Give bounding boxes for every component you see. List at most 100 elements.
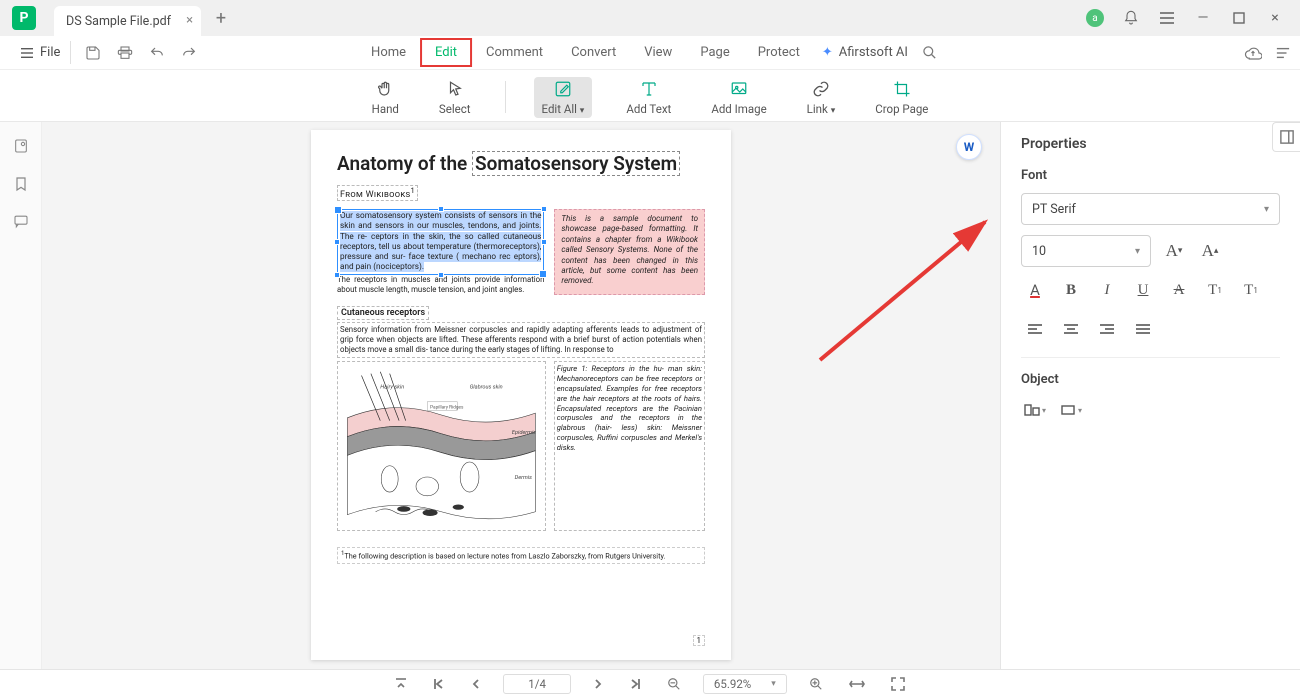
file-menu[interactable]: File — [10, 41, 71, 64]
zoom-out-icon[interactable] — [663, 677, 685, 691]
ai-assistant-button[interactable]: ✦ Afirstsoft AI — [814, 41, 916, 64]
underline-icon[interactable]: U — [1129, 277, 1157, 303]
undo-icon[interactable] — [149, 45, 165, 61]
decrease-font-icon[interactable]: A▾ — [1161, 238, 1187, 264]
object-section-label: Object — [1021, 372, 1280, 387]
cloud-upload-icon[interactable] — [1244, 46, 1262, 60]
chevron-down-icon: ▾ — [1135, 246, 1140, 257]
page-indicator[interactable]: 1/4 — [503, 674, 571, 694]
subscript-icon[interactable]: T1 — [1237, 277, 1265, 303]
source-attribution: From Wikibooks1 — [337, 185, 418, 201]
zoom-select[interactable]: 65.92%▾ — [703, 674, 787, 694]
tool-edit-all[interactable]: Edit All ▾ — [534, 77, 593, 118]
print-icon[interactable] — [117, 45, 133, 61]
close-window-icon[interactable]: × — [1266, 9, 1284, 27]
search-icon[interactable] — [916, 45, 943, 60]
menu-view[interactable]: View — [630, 39, 686, 66]
link-icon — [812, 79, 830, 99]
document-canvas[interactable]: W Anatomy of the Somatosensory System Fr… — [42, 122, 1000, 669]
content-area: W Anatomy of the Somatosensory System Fr… — [0, 122, 1300, 669]
edit-toolbar: Hand Select Edit All ▾ Add Text Add Imag… — [0, 70, 1300, 122]
superscript-icon[interactable]: T1 — [1201, 277, 1229, 303]
tab-title: DS Sample File.pdf — [66, 14, 171, 29]
hamburger-icon[interactable] — [1158, 9, 1176, 27]
svg-text:Hairy skin: Hairy skin — [380, 385, 404, 391]
strikethrough-icon[interactable]: A — [1165, 277, 1193, 303]
chevron-down-icon: ▾ — [1264, 204, 1269, 215]
scroll-top-icon[interactable] — [391, 678, 411, 690]
align-center-icon[interactable] — [1057, 317, 1085, 343]
pdf-page[interactable]: Anatomy of the Somatosensory System From… — [311, 130, 731, 660]
prev-page-icon[interactable] — [467, 678, 485, 690]
properties-title: Properties — [1021, 136, 1087, 152]
menu-home[interactable]: Home — [357, 39, 420, 66]
menu-convert[interactable]: Convert — [557, 39, 630, 66]
align-right-icon[interactable] — [1093, 317, 1121, 343]
menu-protect[interactable]: Protect — [744, 39, 814, 66]
tool-crop-page[interactable]: Crop Page — [869, 77, 934, 118]
font-color-icon[interactable]: A — [1021, 277, 1049, 303]
align-justify-icon[interactable] — [1129, 317, 1157, 343]
word-export-button[interactable]: W — [956, 134, 982, 160]
skin-diagram-figure: Hairy skin Glabrous skin Epidermis Dermi… — [337, 361, 546, 531]
object-align-icon[interactable]: ▾ — [1021, 397, 1049, 423]
tool-add-text[interactable]: Add Text — [620, 77, 677, 118]
italic-icon[interactable]: I — [1093, 277, 1121, 303]
menu-page[interactable]: Page — [686, 39, 743, 66]
menu-edit[interactable]: Edit — [420, 38, 472, 67]
tool-add-image[interactable]: Add Image — [705, 77, 772, 118]
font-section-label: Font — [1021, 168, 1280, 183]
bookmarks-icon[interactable] — [14, 176, 28, 192]
increase-font-icon[interactable]: A▴ — [1197, 238, 1223, 264]
document-tab[interactable]: DS Sample File.pdf × — [54, 6, 201, 36]
page-number: 1 — [693, 635, 706, 646]
minimize-window-icon[interactable]: — — [1194, 9, 1212, 27]
menu-comment[interactable]: Comment — [472, 39, 557, 66]
selected-text-block[interactable]: Our somatosensory system consists of sen… — [337, 209, 544, 275]
font-size-select[interactable]: 10 ▾ — [1021, 235, 1151, 267]
bold-icon[interactable]: B — [1057, 277, 1085, 303]
page-title: Anatomy of the Somatosensory System — [337, 152, 705, 175]
menu-bar: File Home Edit Comment Convert View Page… — [0, 36, 1300, 70]
user-avatar[interactable]: a — [1086, 9, 1104, 27]
tool-select[interactable]: Select — [433, 77, 477, 118]
main-menu: Home Edit Comment Convert View Page Prot… — [357, 38, 943, 67]
chevron-down-icon: ▾ — [771, 679, 776, 689]
add-image-icon — [730, 79, 748, 99]
body-paragraph: Sensory information from Meissner corpus… — [337, 322, 705, 358]
fit-page-icon[interactable] — [887, 677, 909, 691]
notifications-icon[interactable] — [1122, 9, 1140, 27]
more-options-icon[interactable] — [1276, 46, 1290, 60]
footnote: 1The following description is based on l… — [337, 547, 705, 563]
edit-all-icon — [554, 79, 572, 99]
close-tab-icon[interactable]: × — [186, 13, 193, 28]
save-icon[interactable] — [85, 45, 101, 61]
last-page-icon[interactable] — [625, 678, 645, 690]
body-text: The receptors in muscles and joints prov… — [337, 275, 544, 295]
tool-hand[interactable]: Hand — [366, 77, 405, 118]
next-page-icon[interactable] — [589, 678, 607, 690]
status-bar: 1/4 65.92%▾ — [0, 669, 1300, 697]
app-logo: P — [12, 6, 36, 30]
maximize-window-icon[interactable] — [1230, 9, 1248, 27]
hand-icon — [376, 79, 394, 99]
comments-panel-icon[interactable] — [13, 214, 29, 229]
fit-width-icon[interactable] — [845, 678, 869, 690]
svg-text:Papillary Ridges: Papillary Ridges — [430, 405, 464, 411]
svg-text:Glabrous skin: Glabrous skin — [470, 385, 503, 391]
align-left-icon[interactable] — [1021, 317, 1049, 343]
svg-text:Epidermis: Epidermis — [512, 430, 536, 436]
properties-panel: Properties × Font PT Serif ▾ 10 ▾ A▾ A▴ … — [1000, 122, 1300, 669]
add-tab-button[interactable]: + — [207, 8, 235, 29]
redo-icon[interactable] — [181, 45, 197, 61]
cursor-icon — [447, 79, 463, 99]
first-page-icon[interactable] — [429, 678, 449, 690]
font-family-select[interactable]: PT Serif ▾ — [1021, 193, 1280, 225]
collapse-panel-button[interactable] — [1272, 122, 1300, 152]
zoom-in-icon[interactable] — [805, 677, 827, 691]
chevron-down-icon: ▾ — [580, 106, 585, 116]
left-sidebar — [0, 122, 42, 669]
tool-link[interactable]: Link ▾ — [801, 77, 842, 118]
object-distribute-icon[interactable]: ▾ — [1057, 397, 1085, 423]
thumbnails-icon[interactable] — [13, 138, 29, 154]
